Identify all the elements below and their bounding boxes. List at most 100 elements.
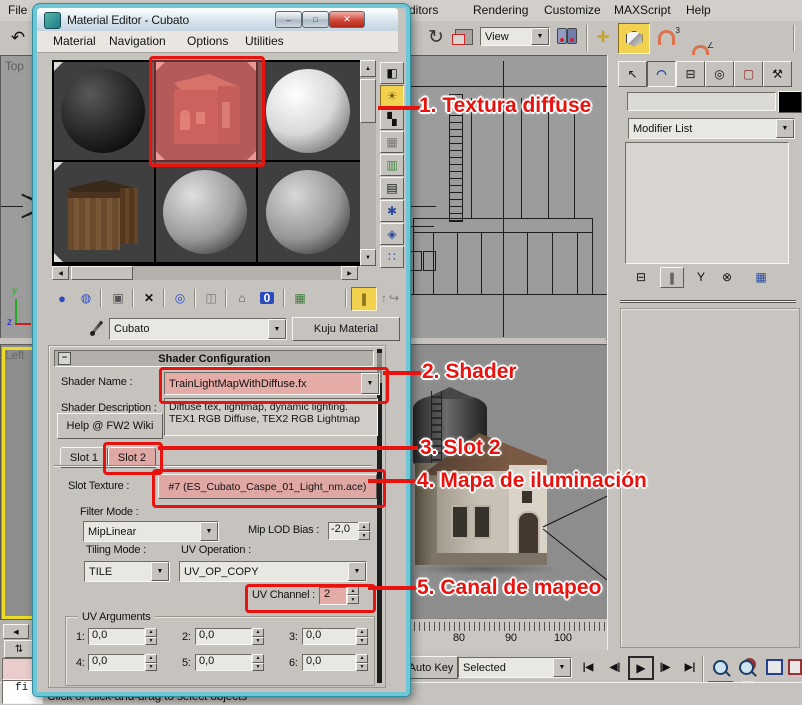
menu-file[interactable]: File [2,1,33,19]
undo-icon[interactable]: ↶ [6,25,30,49]
video-color-check-icon[interactable]: ▥ [380,154,404,176]
uv-arg-5-field[interactable]: 0,0 [195,654,252,671]
menu-customize[interactable]: Customize [538,1,607,19]
menu-help[interactable]: Help [680,1,717,19]
scroll-down-icon[interactable]: ▼ [360,249,376,266]
timeline-scroll-left-button[interactable]: ◀ [3,624,29,639]
menu-rendering[interactable]: Rendering [467,1,534,19]
slots-vscrollbar[interactable]: ▲ ▼ [360,60,376,266]
uv-arg-6-spinner[interactable]: ▲▼ [356,654,368,671]
uv-arg-1-field[interactable]: 0,0 [88,628,145,645]
menu-material[interactable]: Material [47,32,102,50]
tab-create[interactable]: ↖ [618,61,647,87]
window-titlebar[interactable]: Material Editor - Cubato – □ ✕ [37,8,398,31]
next-frame-button[interactable]: |▶ [654,658,676,676]
scroll-right-icon[interactable]: ▶ [341,266,358,280]
close-button[interactable]: ✕ [329,11,365,28]
filter-mode-dropdown[interactable]: MipLinear ▼ [83,521,219,542]
modifier-list-dropdown[interactable]: Modifier List ▼ [628,118,795,139]
material-id-channel-icon[interactable]: 0 [256,288,278,308]
uv-arg-4-spinner[interactable]: ▲▼ [145,654,157,671]
menu-options[interactable]: Options [181,32,234,50]
uv-arg-2-spinner[interactable]: ▲▼ [252,628,264,645]
zoom-extents-all-icon[interactable] [788,657,802,677]
uv-arg-4-field[interactable]: 0,0 [88,654,145,671]
tab-modify[interactable]: ◠ [647,61,676,87]
reference-coordinate-dropdown[interactable]: View ▼ [480,27,550,46]
minimize-button[interactable]: – [275,11,302,28]
shader-configuration-rollout[interactable]: − Shader Configuration [54,350,374,367]
tab-utilities[interactable]: ⚒ [763,61,792,87]
snap-3d-magnet-icon[interactable]: 3 [658,30,675,45]
object-color-swatch[interactable] [778,91,802,113]
object-name-field[interactable] [627,92,776,111]
material-name-dropdown[interactable]: Cubato ▼ [109,318,287,340]
tab-hierarchy[interactable]: ⊟ [676,61,705,87]
uv-arg-6-field[interactable]: 0,0 [302,654,356,671]
modifier-stack-list[interactable] [625,142,789,264]
rotate-tool-icon[interactable]: ↻ [424,24,448,50]
dropdown-arrow-icon[interactable]: ▼ [200,522,218,541]
get-material-icon[interactable]: ● [51,288,73,308]
show-end-result-icon[interactable]: ∥ [351,287,377,311]
material-slot-3[interactable] [258,62,360,160]
pin-stack-icon[interactable]: ⊟ [630,267,652,286]
dropdown-arrow-icon[interactable]: ▼ [268,319,286,339]
manipulate-icon[interactable]: ✛ [592,25,614,49]
collapse-icon[interactable]: − [58,352,71,365]
tab-motion[interactable]: ◎ [705,61,734,87]
menu-utilities[interactable]: Utilities [239,32,290,50]
auto-key-button[interactable]: Auto Key [404,656,458,679]
uv-arg-3-field[interactable]: 0,0 [302,628,356,645]
show-map-in-viewport-icon[interactable]: ▦ [289,288,311,308]
tab-slot-1[interactable]: Slot 1 [60,447,108,468]
dropdown-arrow-icon[interactable]: ▼ [553,658,571,677]
uv-operation-dropdown[interactable]: UV_OP_COPY ▼ [179,561,367,582]
material-slot-1[interactable] [54,62,154,160]
scroll-up-icon[interactable]: ▲ [360,60,376,77]
uv-arg-2-field[interactable]: 0,0 [195,628,252,645]
zoom-all-icon[interactable] [734,657,758,677]
uv-arg-1-spinner[interactable]: ▲▼ [145,628,157,645]
background-icon[interactable]: ▚ [380,108,404,130]
go-to-start-button[interactable]: |◀ [576,658,600,676]
menu-navigation[interactable]: Navigation [103,32,172,50]
sample-uv-tiling-icon[interactable]: ▦ [380,131,404,153]
show-end-result-stack-icon[interactable]: ∥ [660,267,684,288]
make-unique-icon[interactable]: ◫ [200,288,222,308]
make-preview-icon[interactable]: ▤ [380,177,404,199]
snap-toggle-button[interactable] [618,23,650,54]
make-unique-stack-icon[interactable]: Y [690,267,712,286]
sample-type-icon[interactable]: ◧ [380,62,404,84]
hscroll-thumb[interactable] [71,266,133,280]
backlight-icon[interactable]: ☀ [380,85,404,107]
tiling-mode-dropdown[interactable]: TILE ▼ [84,561,170,582]
previous-frame-button[interactable]: ◀| [604,658,626,676]
pick-material-eyedropper-icon[interactable] [89,318,105,338]
select-by-material-icon[interactable]: ◈ [380,223,404,245]
go-to-end-button[interactable]: ▶| [678,658,702,676]
material-slot-4[interactable] [54,162,154,262]
mirror-icon[interactable] [557,26,577,46]
dropdown-arrow-icon[interactable]: ▼ [151,562,169,581]
put-material-to-scene-icon[interactable]: ◍ [75,288,97,308]
help-wiki-button[interactable]: Help @ FW2 Wiki [57,413,163,439]
play-button[interactable]: ▶ [628,656,654,680]
options-icon[interactable]: ✱ [380,200,404,222]
reset-material-icon[interactable]: ✕ [138,288,160,308]
uv-arg-3-spinner[interactable]: ▲▼ [356,628,368,645]
track-bar-toggle-icon[interactable]: ⇅ [4,640,34,658]
configure-modifier-sets-icon[interactable]: ▦ [750,267,772,286]
material-type-button[interactable]: Kuju Material [292,317,400,341]
scroll-left-icon[interactable]: ◀ [52,266,69,280]
maximize-button[interactable]: □ [302,11,329,28]
dropdown-arrow-icon[interactable]: ▼ [348,562,366,581]
go-forward-to-sibling-icon[interactable]: ↪ [390,288,398,308]
dropdown-arrow-icon[interactable]: ▼ [531,28,549,45]
make-material-copy-icon[interactable]: ◎ [169,288,191,308]
assign-material-to-selection-icon[interactable]: ▣ [107,288,129,308]
put-to-library-icon[interactable]: ⌂ [231,288,253,308]
uv-arg-5-spinner[interactable]: ▲▼ [252,654,264,671]
vscroll-thumb[interactable] [360,79,376,123]
remove-modifier-icon[interactable]: ⊗ [716,267,738,286]
